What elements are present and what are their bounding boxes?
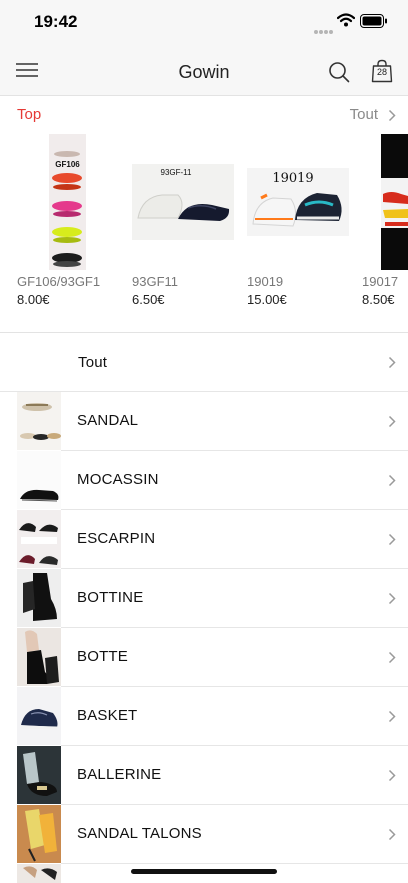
category-thumbnail — [17, 628, 61, 686]
status-time: 19:42 — [34, 12, 78, 31]
category-label: SANDAL TALONS — [77, 825, 202, 842]
chevron-right-icon — [388, 769, 396, 782]
home-indicator[interactable] — [131, 869, 277, 874]
top-section-header: Top Tout — [0, 100, 408, 130]
category-thumbnail — [17, 805, 61, 863]
category-label: MOCASSIN — [77, 471, 159, 488]
product-name: 93GF11 — [132, 274, 179, 289]
product-name: 19019 — [247, 274, 284, 289]
category-label: SANDAL — [77, 412, 139, 429]
chevron-right-icon[interactable] — [388, 109, 396, 122]
chevron-right-icon — [388, 592, 396, 605]
category-row-sandal[interactable]: SANDAL — [0, 392, 408, 451]
top-products-carousel[interactable]: GF106 GF106/93GF1 8.00€ 93GF-11 93GF11 6… — [0, 130, 408, 315]
chevron-right-icon — [388, 356, 396, 369]
chevron-right-icon — [388, 474, 396, 487]
top-see-all-link[interactable]: Tout — [350, 106, 378, 123]
product-price: 8.50€ — [362, 292, 395, 307]
chevron-right-icon — [388, 415, 396, 428]
category-thumbnail — [17, 392, 61, 450]
product-image: 93GF-11 — [132, 164, 234, 240]
product-image-caption: 93GF-11 — [161, 168, 193, 177]
category-thumbnail — [17, 687, 61, 745]
product-price: 15.00€ — [247, 292, 287, 307]
chevron-right-icon — [388, 828, 396, 841]
category-label: BALLERINE — [77, 766, 162, 783]
product-image-caption: 19019 — [272, 171, 313, 186]
category-label: BOTTINE — [77, 589, 144, 606]
cart-count-badge: 28 — [376, 67, 387, 77]
category-label: BOTTE — [77, 648, 129, 665]
signal-dots-icon — [314, 21, 334, 34]
product-price: 6.50€ — [132, 292, 165, 307]
category-row-escarpin[interactable]: ESCARPIN — [0, 510, 408, 569]
battery-icon — [360, 14, 387, 28]
chevron-right-icon — [388, 651, 396, 664]
product-card[interactable]: GF106 GF106/93GF1 8.00€ — [17, 130, 121, 315]
navigation-bar: Gowin 28 — [0, 46, 408, 96]
status-bar: 19:42 — [0, 0, 408, 46]
product-name: 19017 — [362, 274, 399, 289]
category-row-basket[interactable]: BASKET — [0, 687, 408, 746]
chevron-right-icon — [388, 533, 396, 546]
category-thumbnail — [17, 510, 61, 568]
product-name: GF106/93GF1 — [17, 274, 101, 289]
category-label: ESCARPIN — [77, 530, 156, 547]
category-row-mocassin[interactable]: MOCASSIN — [0, 451, 408, 510]
wifi-icon — [337, 13, 355, 27]
category-thumbnail — [17, 746, 61, 804]
product-price: 8.00€ — [17, 292, 50, 307]
category-row-sandal-talons[interactable]: SANDAL TALONS — [0, 805, 408, 864]
category-label: BASKET — [77, 707, 138, 724]
shopping-bag-button[interactable]: 28 — [371, 59, 393, 83]
category-label: Tout — [78, 354, 108, 371]
product-image-caption: GF106 — [55, 160, 80, 169]
chevron-right-icon — [388, 710, 396, 723]
search-icon[interactable] — [328, 61, 350, 83]
product-image: GF106 — [49, 134, 86, 270]
category-row-ballerine[interactable]: BALLERINE — [0, 746, 408, 805]
category-thumbnail — [17, 569, 61, 627]
product-card[interactable]: 19017 8.50€ — [362, 130, 408, 315]
product-image: 19019 — [247, 168, 349, 236]
product-image — [381, 134, 408, 270]
category-row-bottine[interactable]: BOTTINE — [0, 569, 408, 628]
product-card[interactable]: 93GF-11 93GF11 6.50€ — [132, 130, 236, 315]
category-thumbnail — [17, 864, 61, 883]
product-card[interactable]: 19019 19019 15.00€ — [247, 130, 351, 315]
category-row-botte[interactable]: BOTTE — [0, 628, 408, 687]
top-section-title: Top — [17, 106, 42, 123]
category-row-tout[interactable]: Tout — [0, 333, 408, 392]
category-thumbnail — [17, 451, 61, 509]
